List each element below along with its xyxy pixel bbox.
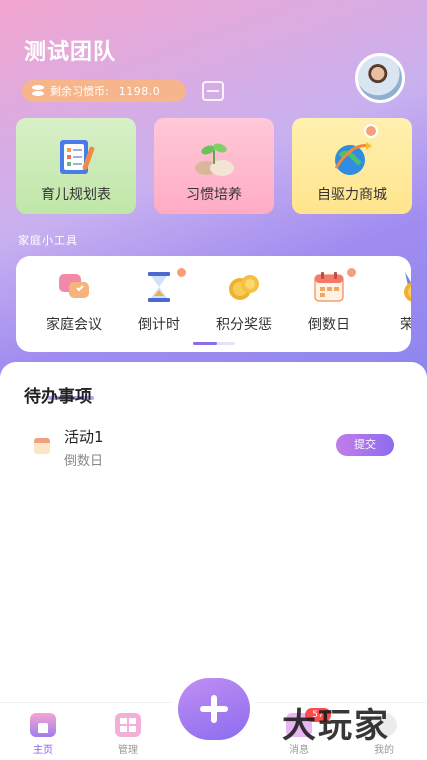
team-name[interactable]: 测试团队 <box>24 34 116 66</box>
watermark: 大玩家 <box>282 706 390 746</box>
lock-icon <box>364 124 378 138</box>
add-button[interactable] <box>178 678 250 740</box>
todo-item-type: 倒数日 <box>64 454 104 469</box>
coin-value: 1198.0 <box>118 84 161 98</box>
todo-title: 待办事项 <box>24 387 92 407</box>
self-drive-mall-card[interactable]: 自驱力商城 <box>292 118 412 214</box>
tool-family-meeting-label: 家庭会议 <box>46 317 102 333</box>
coins-icon <box>227 270 261 304</box>
family-tools-title: 家庭小工具 <box>18 234 78 247</box>
coin-label: 剩余习惯币 <box>50 85 105 98</box>
lock-icon <box>175 266 188 279</box>
calendar-icon <box>312 266 358 304</box>
self-drive-mall-label: 自驱力商城 <box>317 187 387 203</box>
todo-panel: 待办事项 活动1 倒数日 提交 <box>0 362 427 702</box>
todo-item[interactable]: 活动1 倒数日 提交 <box>34 424 394 474</box>
planner-clipboard-icon <box>54 138 98 178</box>
globe-rocket-icon <box>330 138 374 178</box>
tool-days-countdown-label: 倒数日 <box>308 317 350 333</box>
calendar-icon <box>34 438 50 454</box>
coin-separator: : <box>105 84 109 98</box>
parenting-plan-label: 育儿规划表 <box>41 187 111 203</box>
medal-icon <box>397 270 411 304</box>
tool-points-reward[interactable]: 积分奖惩 <box>204 270 284 334</box>
sprout-seedling-icon <box>192 138 236 178</box>
scan-icon[interactable] <box>202 81 224 101</box>
tool-honor[interactable]: 荣誉 <box>374 270 411 334</box>
coin-stack-icon <box>32 85 44 97</box>
tab-manage-label: 管理 <box>118 745 138 756</box>
submit-button[interactable]: 提交 <box>336 434 394 456</box>
home-icon <box>30 713 56 737</box>
hourglass-icon <box>142 266 188 304</box>
tab-home[interactable]: 主页 <box>13 713 73 756</box>
family-tools-panel[interactable]: 家庭会议 倒计时 积分奖惩 倒数日 荣 <box>16 256 411 352</box>
grid-icon <box>115 713 141 737</box>
tools-scroll-indicator <box>193 342 235 345</box>
tool-countdown-timer-label: 倒计时 <box>138 317 180 333</box>
tab-home-label: 主页 <box>33 745 53 756</box>
avatar[interactable] <box>355 53 405 103</box>
tools-scroll-thumb <box>193 342 217 345</box>
habit-coin-balance[interactable]: 剩余习惯币 : 1198.0 <box>22 80 186 102</box>
tool-days-countdown[interactable]: 倒数日 <box>289 266 369 334</box>
parenting-plan-card[interactable]: 育儿规划表 <box>16 118 136 214</box>
tool-family-meeting[interactable]: 家庭会议 <box>34 270 114 334</box>
habit-building-card[interactable]: 习惯培养 <box>154 118 274 214</box>
habit-building-label: 习惯培养 <box>186 187 242 203</box>
feature-cards: 育儿规划表 习惯培养 自驱力商城 <box>14 118 414 214</box>
meeting-chat-icon <box>57 270 91 304</box>
todo-item-name: 活动1 <box>64 428 104 446</box>
tab-manage[interactable]: 管理 <box>98 713 158 756</box>
tool-points-reward-label: 积分奖惩 <box>216 317 272 333</box>
lock-icon <box>345 266 358 279</box>
tool-honor-label: 荣誉 <box>400 317 411 333</box>
tool-countdown-timer[interactable]: 倒计时 <box>119 266 199 334</box>
